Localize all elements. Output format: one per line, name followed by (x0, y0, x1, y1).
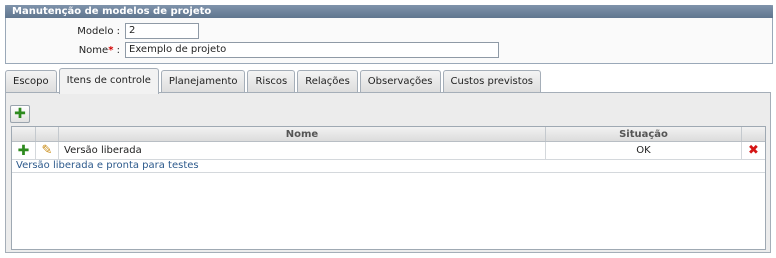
tab-relacoes[interactable]: Relações (297, 70, 358, 93)
header-delete-column (741, 127, 765, 142)
model-maintenance-panel: Manutenção de modelos de projeto Modelo … (5, 5, 773, 64)
nome-row: Nome* : (6, 42, 499, 58)
plus-icon: ✚ (14, 106, 26, 122)
row-add-cell[interactable]: ✚ (12, 141, 36, 160)
table-row: ✚ ✎ Versão liberada OK ✖ (12, 141, 765, 160)
nome-label: Nome* : (6, 45, 125, 56)
required-mark: * (108, 44, 114, 56)
nome-field[interactable] (125, 42, 499, 58)
tab-escopo[interactable]: Escopo (5, 70, 57, 93)
tab-planejamento[interactable]: Planejamento (160, 70, 246, 93)
table-header-row: Nome Situação (12, 127, 765, 142)
tab-itens-de-controle[interactable]: Itens de controle (58, 68, 159, 94)
row-detail-description: Versão liberada e pronta para testes (12, 160, 765, 173)
row-nome: Versão liberada (58, 141, 546, 160)
row-edit-cell[interactable]: ✎ (35, 141, 59, 160)
row-delete-cell[interactable]: ✖ (741, 141, 765, 160)
plus-icon[interactable]: ✚ (18, 143, 30, 159)
add-item-button[interactable]: ✚ (10, 105, 30, 123)
nome-label-text: Nome (78, 44, 109, 56)
tab-observacoes[interactable]: Observações (359, 70, 441, 93)
modelo-field[interactable] (125, 23, 199, 39)
tab-custos-previstos[interactable]: Custos previstos (442, 70, 542, 93)
tab-bar: Escopo Itens de controle Planejamento Ri… (5, 68, 543, 94)
modelo-label: Modelo : (77, 25, 120, 37)
pencil-icon[interactable]: ✎ (42, 143, 53, 158)
header-edit-column (35, 127, 59, 142)
control-items-grid: Nome Situação ✚ ✎ Versão liberada OK ✖ V… (11, 126, 766, 250)
tab-riscos[interactable]: Riscos (247, 70, 296, 93)
panel-title: Manutenção de modelos de projeto (5, 5, 773, 18)
nome-colon: : (116, 44, 120, 56)
row-situacao: OK (545, 141, 742, 160)
control-items-table: Nome Situação ✚ ✎ Versão liberada OK ✖ (12, 127, 765, 160)
delete-x-icon[interactable]: ✖ (748, 143, 759, 158)
itens-de-controle-panel: ✚ Nome Situação ✚ ✎ Versão liberada OK ✖… (5, 92, 771, 253)
header-add-column (12, 127, 36, 142)
header-nome[interactable]: Nome (58, 127, 546, 142)
header-situacao[interactable]: Situação (545, 127, 742, 142)
modelo-row: Modelo : (6, 23, 199, 39)
